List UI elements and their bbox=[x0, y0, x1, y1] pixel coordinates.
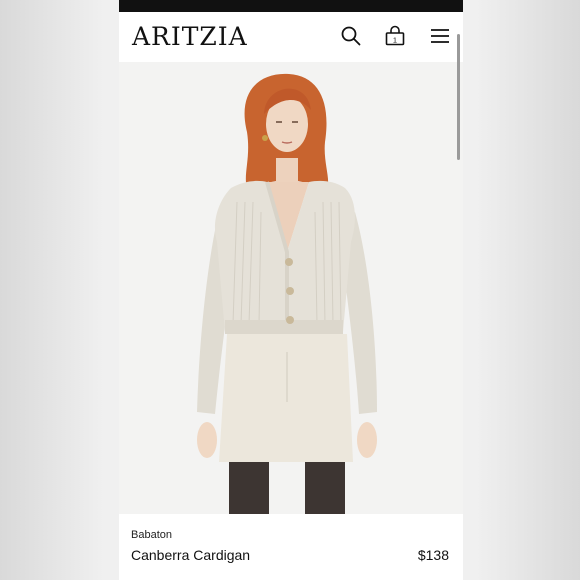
site-header: ARITZIA 1 bbox=[119, 12, 463, 62]
product-price: $138 bbox=[417, 547, 449, 563]
menu-icon[interactable] bbox=[428, 24, 452, 48]
product-info: Babaton Canberra Cardigan $138 bbox=[119, 514, 463, 580]
search-icon[interactable] bbox=[339, 24, 363, 48]
brand-logo[interactable]: ARITZIA bbox=[132, 22, 248, 52]
product-photo[interactable] bbox=[119, 62, 463, 514]
phone-screen: ARITZIA 1 Babaton Canberra Cardigan $138 bbox=[119, 0, 463, 580]
bag-count: 1 bbox=[393, 36, 397, 45]
bag-icon[interactable]: 1 bbox=[383, 24, 407, 48]
product-name[interactable]: Canberra Cardigan bbox=[131, 546, 250, 564]
scrollbar[interactable] bbox=[457, 34, 460, 160]
product-brand[interactable]: Babaton bbox=[131, 528, 172, 542]
status-bar bbox=[119, 0, 463, 12]
